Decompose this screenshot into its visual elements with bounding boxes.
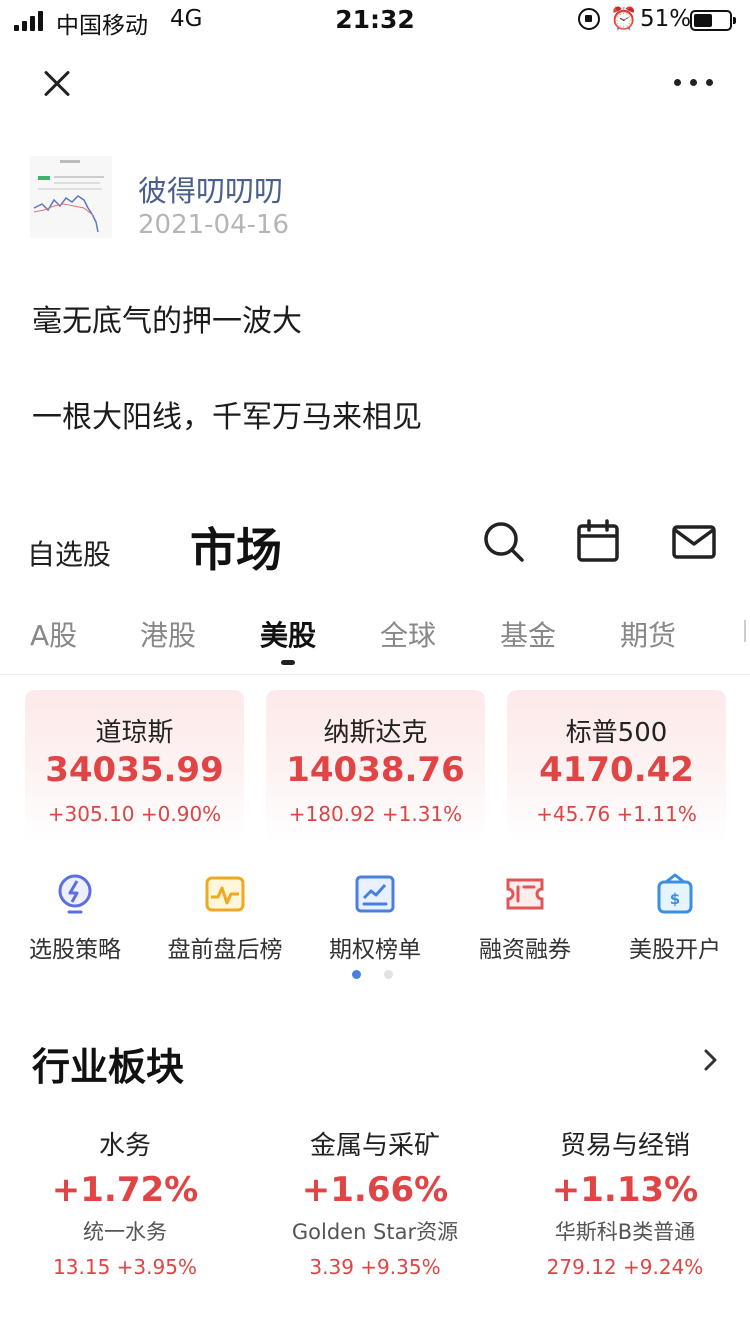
index-value: 4170.42 [539, 750, 694, 790]
tab-watchlist[interactable]: 自选股 [27, 533, 111, 573]
calendar-icon[interactable] [574, 518, 622, 566]
ticket-icon [503, 872, 547, 916]
menu-stock-strategy[interactable]: 选股策略 [0, 872, 150, 964]
sector-card[interactable]: 水务 +1.72% 统一水务 13.15 +3.95% [0, 1126, 250, 1284]
menu-label: 选股策略 [29, 937, 121, 963]
pager-dot[interactable] [384, 970, 393, 979]
tab-global[interactable]: 全球 [380, 614, 436, 654]
sector-name: 金属与采矿 [309, 1131, 440, 1161]
sector-card[interactable]: 贸易与经销 +1.13% 华斯科B类普通 279.12 +9.24% [500, 1126, 750, 1284]
index-value: 34035.99 [45, 750, 224, 790]
index-name: 标普500 [565, 718, 668, 748]
clock: 21:32 [335, 5, 415, 34]
pulse-icon [203, 872, 247, 916]
index-card-nasdaq[interactable]: 纳斯达克 14038.76 +180.92 +1.31% [266, 690, 485, 842]
index-name: 纳斯达克 [323, 718, 428, 748]
tab-overflow-edge [744, 620, 746, 642]
post-text-line: 一根大阳线，千军万马来相见 [32, 400, 422, 435]
post-text-line: 毫无底气的押一波大 [32, 304, 302, 339]
sector-leader: 华斯科B类普通 [554, 1220, 696, 1244]
menu-label: 融资融券 [479, 937, 571, 963]
sector-name: 水务 [98, 1131, 151, 1161]
battery-percent: 51% [640, 6, 692, 32]
mail-icon[interactable] [670, 518, 718, 566]
rotation-lock-icon [578, 8, 600, 30]
close-icon[interactable] [38, 65, 76, 103]
sector-leader: Golden Star资源 [291, 1220, 459, 1244]
status-bar: 中国移动 4G 21:32 ⏰ 51% [0, 0, 750, 42]
sector-card[interactable]: 金属与采矿 +1.66% Golden Star资源 3.39 +9.35% [250, 1126, 500, 1284]
more-horizontal-icon[interactable] [672, 74, 716, 90]
lightbulb-icon [53, 872, 97, 916]
avatar[interactable] [30, 156, 112, 238]
menu-label: 美股开户 [629, 937, 721, 963]
tab-futures[interactable]: 期货 [620, 614, 676, 654]
section-title: 行业板块 [32, 1045, 185, 1089]
sector-leader: 统一水务 [83, 1220, 167, 1244]
author-name[interactable]: 彼得叨叨叨 [138, 168, 283, 210]
tab-market[interactable]: 市场 [190, 514, 282, 580]
divider [0, 674, 750, 675]
chart-icon [353, 872, 397, 916]
sector-change: +1.72% [51, 1170, 199, 1210]
sector-leader-price: 3.39 +9.35% [309, 1255, 441, 1279]
market-subtabs: A股 港股 美股 全球 基金 期货 [0, 614, 750, 674]
post-date: 2021-04-16 [138, 210, 290, 240]
sector-leader-price: 279.12 +9.24% [546, 1255, 704, 1279]
chevron-right-icon[interactable] [700, 1046, 720, 1074]
tab-funds[interactable]: 基金 [500, 614, 556, 654]
sector-leader-price: 13.15 +3.95% [53, 1255, 197, 1279]
tab-us-stocks[interactable]: 美股 [260, 614, 316, 654]
sector-change: +1.13% [551, 1170, 699, 1210]
search-icon[interactable] [480, 518, 528, 566]
menu-options-ranking[interactable]: 期权榜单 [300, 872, 450, 964]
battery-icon [690, 10, 736, 31]
menu-label: 盘前盘后榜 [167, 937, 283, 963]
menu-label: 期权榜单 [329, 937, 421, 963]
index-card-sp500[interactable]: 标普500 4170.42 +45.76 +1.11% [507, 690, 726, 842]
menu-premarket-afterhours[interactable]: 盘前盘后榜 [150, 872, 300, 964]
sector-change: +1.66% [301, 1170, 449, 1210]
index-name: 道琼斯 [95, 718, 174, 748]
index-change: +45.76 +1.11% [536, 802, 697, 826]
index-change: +305.10 +0.90% [47, 802, 222, 826]
index-change: +180.92 +1.31% [288, 802, 463, 826]
index-card-dow[interactable]: 道琼斯 34035.99 +305.10 +0.90% [25, 690, 244, 842]
wallet-icon: $ [653, 872, 697, 916]
active-tab-indicator [281, 660, 295, 665]
alarm-icon: ⏰ [610, 7, 638, 32]
index-value: 14038.76 [286, 750, 465, 790]
tab-a-shares[interactable]: A股 [30, 614, 77, 654]
tab-hk-stocks[interactable]: 港股 [140, 614, 196, 654]
menu-open-account[interactable]: $ 美股开户 [600, 872, 750, 964]
menu-margin-trading[interactable]: 融资融券 [450, 872, 600, 964]
svg-text:$: $ [670, 890, 680, 908]
sector-name: 贸易与经销 [559, 1131, 690, 1161]
pager-dot-active[interactable] [352, 970, 361, 979]
